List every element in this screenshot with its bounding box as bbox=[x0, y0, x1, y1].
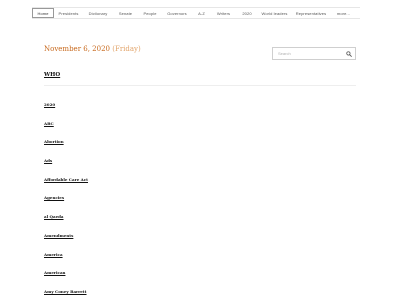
list-item: Ads bbox=[44, 156, 88, 175]
list-item: 2020 bbox=[44, 100, 88, 119]
topic-link[interactable]: Agencies bbox=[44, 195, 64, 200]
topic-link[interactable]: al Qaeda bbox=[44, 214, 64, 219]
nav-item-label: Presidents bbox=[58, 10, 79, 16]
nav-item-senate[interactable]: Senate bbox=[113, 8, 138, 18]
nav-item-label: World leaders bbox=[261, 10, 288, 16]
topic-link[interactable]: Amendments bbox=[44, 233, 73, 238]
topic-link[interactable]: Abortion bbox=[44, 139, 64, 144]
section-heading[interactable]: WHO bbox=[44, 72, 60, 78]
divider bbox=[44, 85, 356, 86]
list-item: Affordable Care Act bbox=[44, 175, 88, 194]
nav-item-people[interactable]: People bbox=[138, 8, 162, 18]
topic-link[interactable]: Affordable Care Act bbox=[44, 177, 88, 182]
list-item: America bbox=[44, 250, 88, 269]
nav-item-label: Home bbox=[37, 10, 49, 16]
nav-item-world-leaders[interactable]: World leaders bbox=[258, 8, 291, 18]
search-box bbox=[272, 47, 356, 60]
topic-link[interactable]: ABC bbox=[44, 121, 54, 126]
nav-item-label: more... bbox=[336, 10, 351, 16]
list-item: American bbox=[44, 268, 88, 287]
topic-link[interactable]: Ads bbox=[44, 158, 52, 163]
nav-item-representatives[interactable]: Representatives bbox=[291, 8, 331, 18]
nav-item-more[interactable]: more... bbox=[331, 8, 356, 18]
topic-link[interactable]: American bbox=[44, 270, 65, 275]
nav-item-label: Writers bbox=[216, 10, 231, 16]
list-item: al Qaeda bbox=[44, 212, 88, 231]
date-text: November 6, 2020 bbox=[44, 45, 110, 53]
list-item: Abortion bbox=[44, 137, 88, 156]
page-date: November 6, 2020 (Friday) bbox=[44, 45, 141, 53]
top-nav: Home Presidents Dictionary Senate People… bbox=[32, 7, 360, 19]
topic-link[interactable]: Amy Coney Barrett bbox=[44, 289, 87, 294]
topic-link[interactable]: 2020 bbox=[44, 102, 55, 107]
list-item: Amy Coney Barrett bbox=[44, 287, 88, 300]
search-icon[interactable] bbox=[346, 51, 352, 57]
nav-item-a-z[interactable]: A-Z bbox=[192, 8, 211, 18]
nav-item-label: 2020 bbox=[242, 10, 252, 16]
nav-item-presidents[interactable]: Presidents bbox=[54, 8, 83, 18]
nav-item-writers[interactable]: Writers bbox=[211, 8, 236, 18]
nav-item-label: Governors bbox=[167, 10, 187, 16]
nav-item-2020[interactable]: 2020 bbox=[236, 8, 258, 18]
search-input[interactable] bbox=[273, 48, 348, 59]
nav-item-label: A-Z bbox=[198, 10, 205, 16]
nav-item-governors[interactable]: Governors bbox=[162, 8, 192, 18]
weekday-text: (Friday) bbox=[112, 45, 141, 53]
list-item: ABC bbox=[44, 119, 88, 138]
nav-item-label: Dictionary bbox=[88, 10, 108, 16]
topic-list: 2020 ABC Abortion Ads Affordable Care Ac… bbox=[44, 100, 88, 300]
topic-link[interactable]: America bbox=[44, 252, 63, 257]
list-item: Amendments bbox=[44, 231, 88, 250]
nav-item-label: Representatives bbox=[295, 10, 327, 16]
list-item: Agencies bbox=[44, 193, 88, 212]
nav-item-label: People bbox=[143, 10, 157, 16]
nav-item-dictionary[interactable]: Dictionary bbox=[83, 8, 113, 18]
nav-item-home[interactable]: Home bbox=[32, 8, 54, 18]
nav-item-label: Senate bbox=[118, 10, 133, 16]
